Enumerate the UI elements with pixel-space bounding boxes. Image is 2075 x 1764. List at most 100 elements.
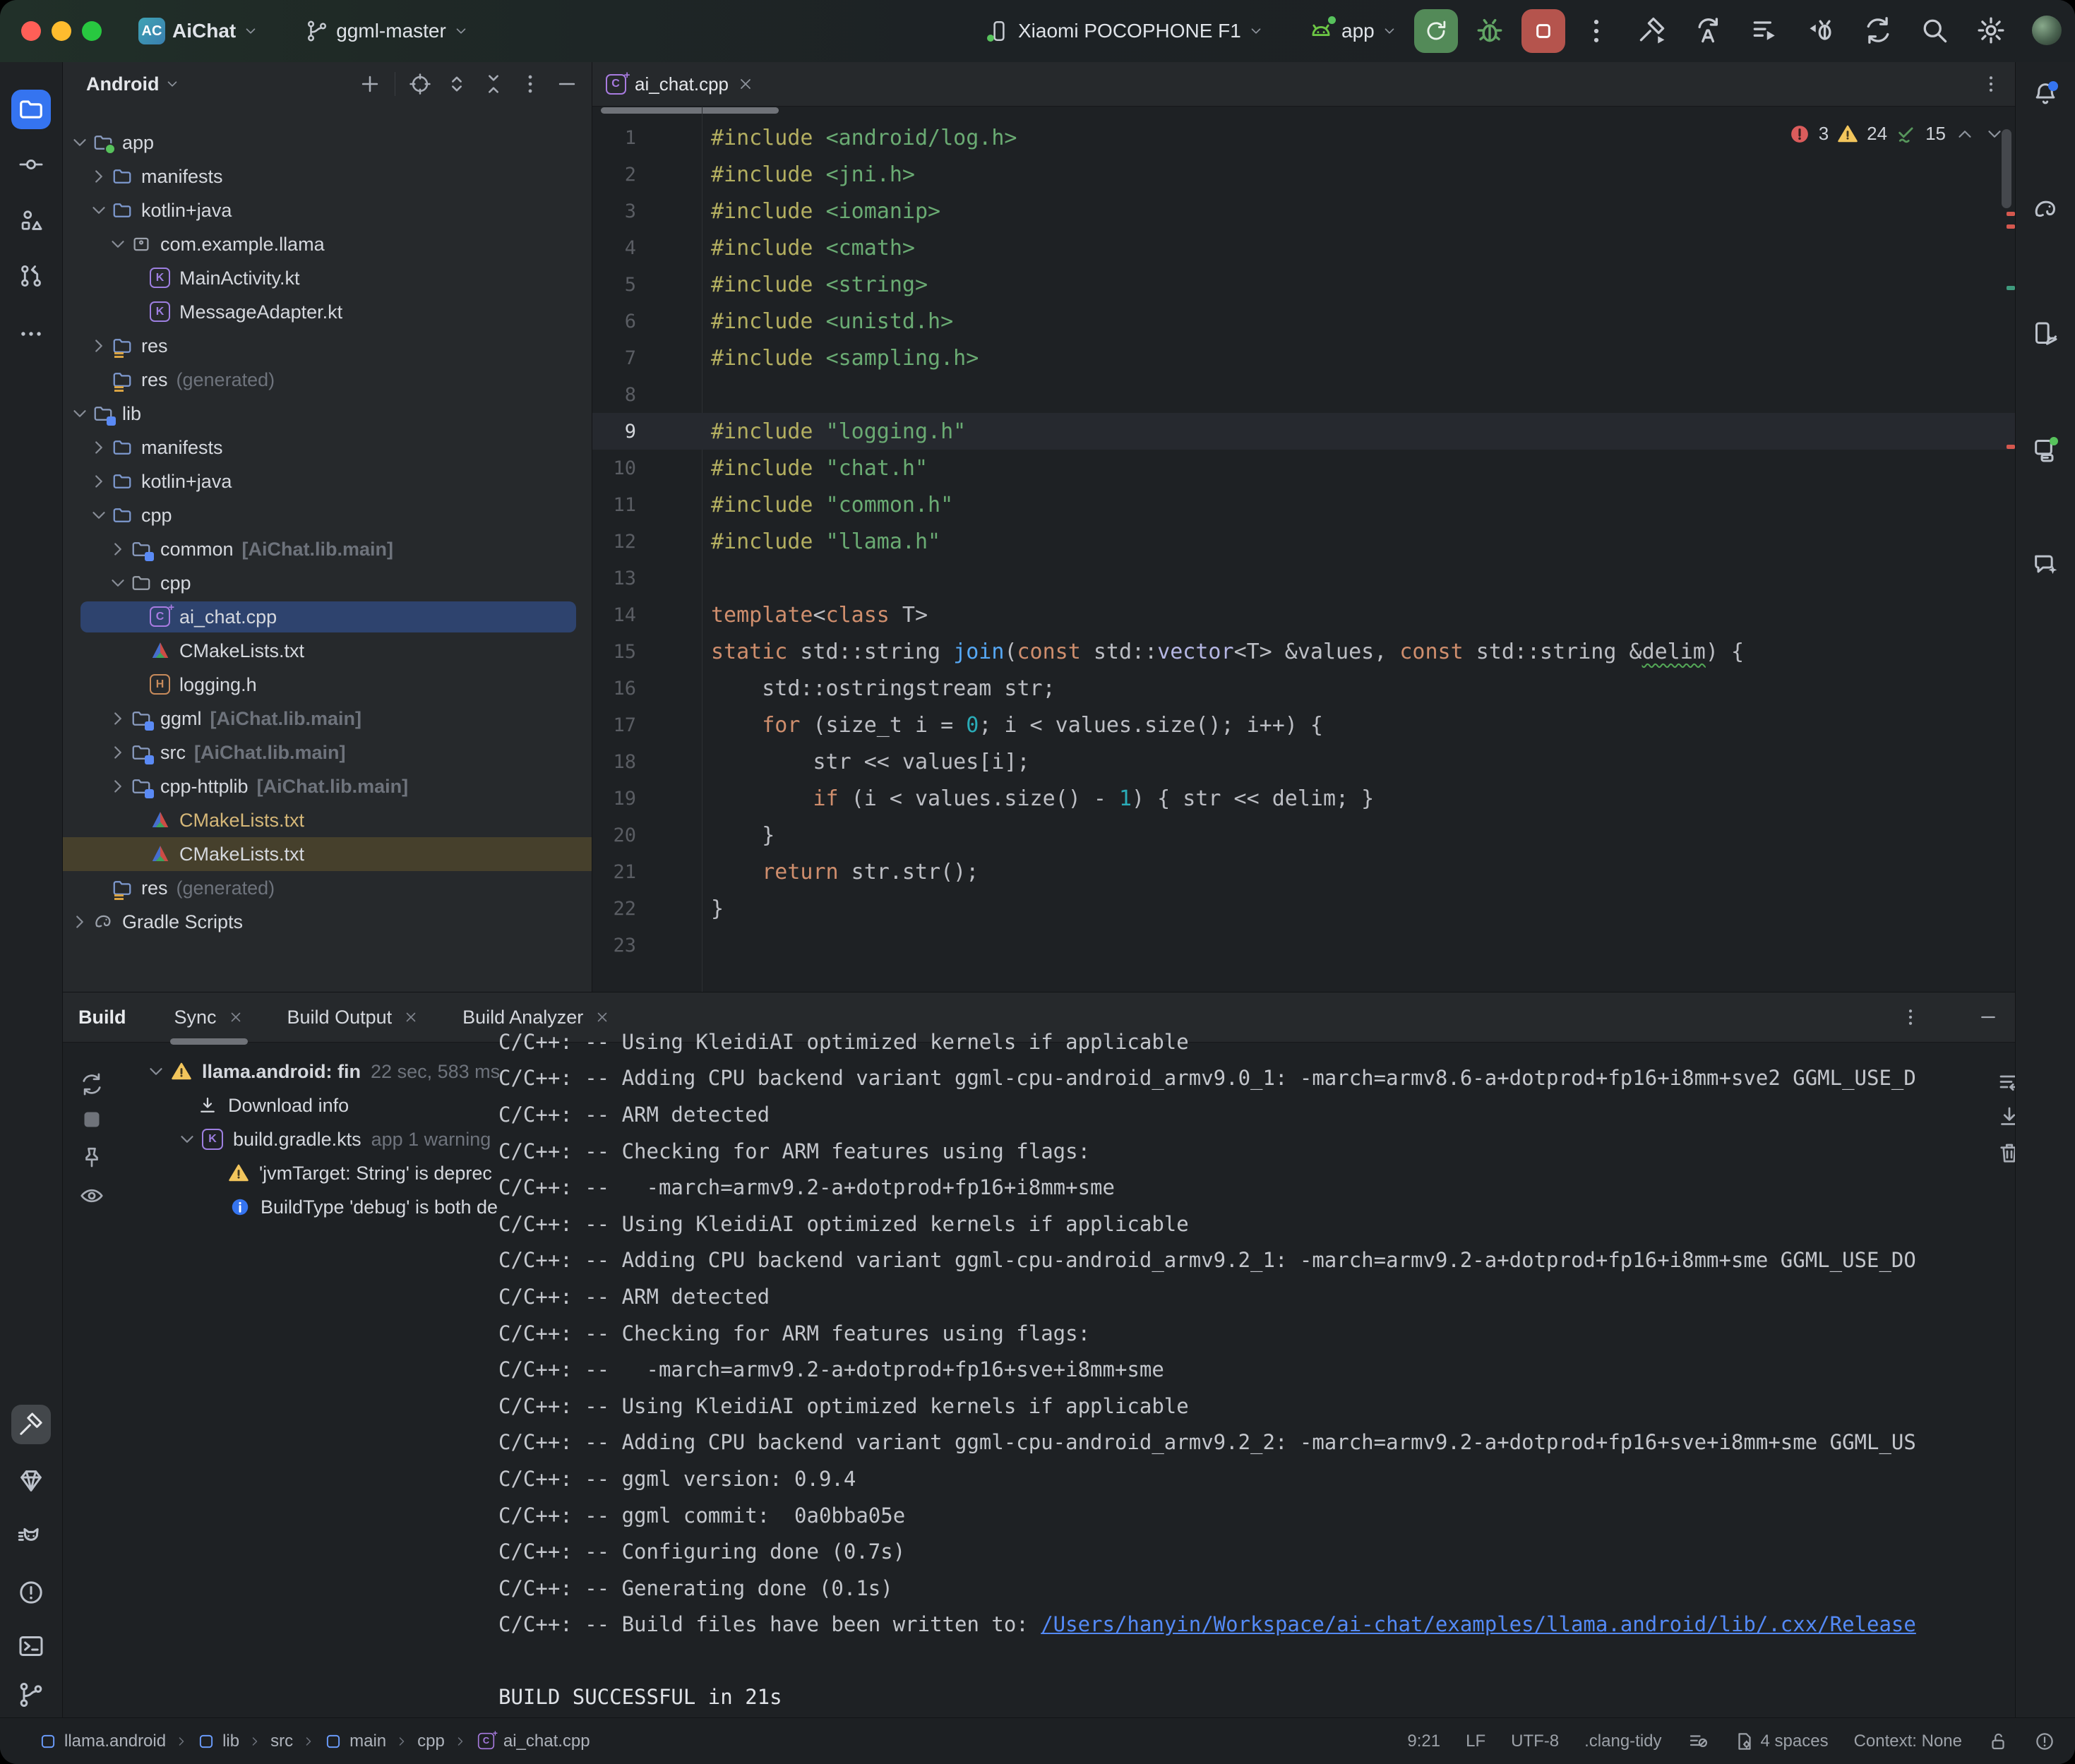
caret-position[interactable]: 9:21 (1407, 1732, 1440, 1751)
tree-item-cpp-httplib[interactable]: cpp-httplib[AiChat.lib.main] (62, 769, 592, 803)
code-line-8[interactable]: 8 (592, 376, 2016, 413)
chevron-right-icon[interactable] (88, 335, 109, 356)
tree-item-cpp[interactable]: cpp (62, 566, 592, 600)
stop-button[interactable] (1521, 9, 1565, 53)
chevron-right-icon[interactable] (88, 471, 109, 492)
code-line-13[interactable]: 13 (592, 560, 2016, 596)
show-output-icon[interactable] (79, 1183, 104, 1208)
tree-item-lib[interactable]: lib (62, 397, 592, 431)
chevron-down-icon[interactable] (88, 505, 109, 526)
sidebar-commit-button[interactable] (11, 145, 51, 184)
context-widget[interactable]: Context: None (1854, 1732, 1962, 1751)
run-config-selector[interactable]: app (1308, 18, 1397, 44)
tree-item-res[interactable]: res (62, 329, 592, 363)
chevron-down-icon[interactable] (141, 1061, 171, 1082)
chevron-down-icon[interactable] (69, 132, 90, 153)
gradle-sync-icon[interactable] (1862, 15, 1894, 46)
tree-item-cmakelists-txt[interactable]: CMakeLists.txt (62, 803, 592, 837)
lock-open-icon[interactable] (1987, 1731, 2009, 1752)
code-line-17[interactable]: 17 for (size_t i = 0; i < values.size();… (592, 707, 2016, 743)
branch-widget[interactable]: ggml-master (305, 19, 469, 43)
error-stripe-mark[interactable] (2007, 224, 2015, 229)
search-icon[interactable] (1919, 15, 1950, 46)
soft-wrap-icon[interactable] (1997, 1070, 2016, 1096)
code-line-10[interactable]: 10#include "chat.h" (592, 450, 2016, 486)
sidebar-gradle-button[interactable] (2026, 190, 2065, 229)
highlight-level-icon[interactable] (1687, 1731, 1709, 1752)
code-line-19[interactable]: 19 if (i < values.size() - 1) { str << d… (592, 780, 2016, 817)
close-window-button[interactable] (21, 21, 41, 41)
hide-panel-icon[interactable] (555, 72, 579, 96)
locate-file-icon[interactable] (408, 72, 432, 96)
build-tab-sync[interactable]: Sync (167, 992, 251, 1042)
code-line-6[interactable]: 6#include <unistd.h> (592, 303, 2016, 340)
chevron-down-icon[interactable] (107, 572, 128, 594)
chevron-down-icon[interactable] (172, 1129, 202, 1150)
chevron-right-icon[interactable] (88, 166, 109, 187)
error-stripe-mark[interactable] (2007, 445, 2015, 449)
sidebar-project-button[interactable] (11, 90, 51, 129)
close-tab-icon[interactable] (228, 1009, 244, 1025)
code-line-12[interactable]: 12#include "llama.h" (592, 523, 2016, 560)
more-run-options-icon[interactable] (1581, 16, 1612, 47)
code-area[interactable]: 1#include <android/log.h>2#include <jni.… (592, 119, 2016, 964)
editor-options-icon[interactable] (1980, 73, 2002, 95)
code-line-14[interactable]: 14template<class T> (592, 596, 2016, 633)
chevron-down-icon[interactable] (107, 234, 128, 255)
add-icon[interactable] (358, 72, 382, 96)
fullscreen-window-button[interactable] (82, 21, 102, 41)
notifications-status-icon[interactable] (2034, 1731, 2055, 1752)
code-line-20[interactable]: 20 } (592, 817, 2016, 853)
sidebar-logcat-button[interactable] (11, 1518, 51, 1557)
next-problem-icon[interactable] (1984, 124, 2005, 145)
chevron-down-icon[interactable] (69, 403, 90, 424)
tree-item-app[interactable]: app (62, 126, 592, 160)
settings-gear-icon[interactable] (1975, 15, 2007, 46)
code-line-22[interactable]: 22} (592, 890, 2016, 927)
debug-button[interactable] (1473, 15, 1506, 47)
code-line-18[interactable]: 18 str << values[i]; (592, 743, 2016, 780)
error-stripe-mark[interactable] (2007, 212, 2015, 216)
tree-item-logging-h[interactable]: Hlogging.h (62, 668, 592, 702)
chevron-right-icon[interactable] (69, 911, 90, 932)
tree-item-manifests[interactable]: manifests (62, 431, 592, 464)
chevron-right-icon[interactable] (107, 776, 128, 797)
inspections-widget[interactable]: 3 24 15 (1789, 123, 2005, 145)
prev-problem-icon[interactable] (1954, 124, 1975, 145)
chevron-right-icon[interactable] (107, 539, 128, 560)
sidebar-more-button[interactable] (11, 314, 51, 354)
panel-options-icon[interactable] (518, 72, 542, 96)
close-tab-icon[interactable] (594, 1009, 610, 1025)
code-line-9[interactable]: 9#include "logging.h" (592, 413, 2016, 450)
tree-item-com-example-llama[interactable]: com.example.llama (62, 227, 592, 261)
tree-item-mainactivity-kt[interactable]: KMainActivity.kt (62, 261, 592, 295)
sidebar-running-devices-button[interactable] (2026, 430, 2065, 469)
rerun-button[interactable] (1414, 9, 1458, 53)
tree-item-kotlin-java[interactable]: kotlin+java (62, 464, 592, 498)
breadcrumb-ai-chat-cpp[interactable]: C+ai_chat.cpp (476, 1731, 590, 1751)
chevron-down-icon[interactable] (88, 200, 109, 221)
sidebar-pull-requests-button[interactable] (11, 256, 51, 296)
chevron-right-icon[interactable] (107, 742, 128, 763)
minimize-window-button[interactable] (52, 21, 71, 41)
apply-changes-icon[interactable] (1693, 15, 1724, 46)
device-selector[interactable]: Xiaomi POCOPHONE F1 (987, 19, 1264, 43)
tree-item-ggml[interactable]: ggml[AiChat.lib.main] (62, 702, 592, 736)
build-tab-build-output[interactable]: Build Output (280, 992, 426, 1042)
editor-tab-ai_chat[interactable]: C+ ai_chat.cpp (592, 62, 767, 106)
tree-item-common[interactable]: common[AiChat.lib.main] (62, 532, 592, 566)
code-line-7[interactable]: 7#include <sampling.h> (592, 340, 2016, 376)
code-line-3[interactable]: 3#include <iomanip> (592, 193, 2016, 229)
sidebar-app-quality-insights-button[interactable] (11, 1461, 51, 1501)
tree-item-src[interactable]: src[AiChat.lib.main] (62, 736, 592, 769)
sidebar-structure-button[interactable] (11, 201, 51, 241)
sidebar-notifications-button[interactable] (2026, 74, 2065, 114)
tree-item-cpp[interactable]: cpp (62, 498, 592, 532)
rerun-sync-icon[interactable] (79, 1072, 104, 1097)
code-line-4[interactable]: 4#include <cmath> (592, 229, 2016, 266)
line-separator[interactable]: LF (1466, 1732, 1485, 1751)
breadcrumb-llama-android[interactable]: llama.android (39, 1732, 166, 1751)
code-line-16[interactable]: 16 std::ostringstream str; (592, 670, 2016, 707)
clear-console-icon[interactable] (1997, 1141, 2016, 1166)
tree-item-manifests[interactable]: manifests (62, 160, 592, 193)
